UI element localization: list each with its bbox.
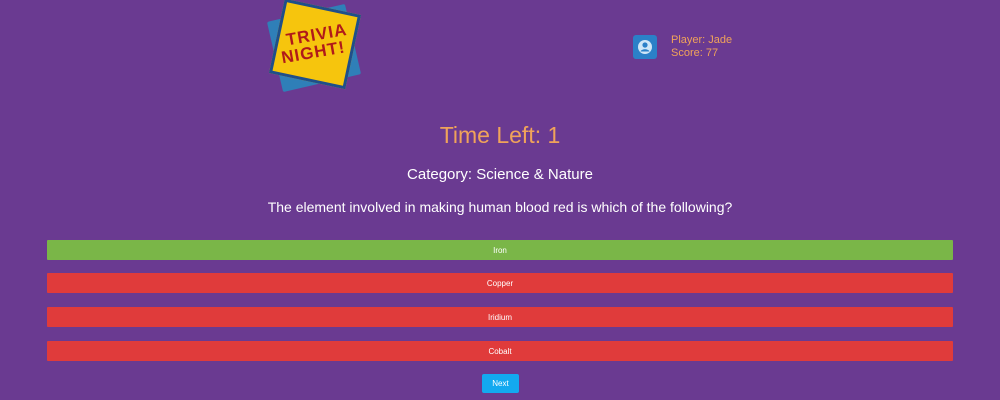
answer-option-3[interactable]: Iridium xyxy=(47,307,953,327)
time-left: Time Left: 1 xyxy=(439,122,561,148)
question-text: The element involved in making human blo… xyxy=(267,199,733,215)
next-button[interactable]: Next xyxy=(482,374,519,393)
player-score: Score: 77 xyxy=(671,47,719,59)
answer-option-2[interactable]: Copper xyxy=(47,273,953,293)
trivia-night-logo: TRIVIA NIGHT! xyxy=(266,0,364,96)
player-info: Player: Jade Score: 77 xyxy=(633,34,732,60)
answer-option-4[interactable]: Cobalt xyxy=(47,341,953,361)
player-name: Player: Jade xyxy=(671,34,733,46)
question-category: Category: Science & Nature xyxy=(407,166,593,183)
user-icon xyxy=(633,35,657,59)
logo-card: TRIVIA NIGHT! xyxy=(268,0,362,90)
answer-option-1[interactable]: Iron xyxy=(47,240,953,260)
